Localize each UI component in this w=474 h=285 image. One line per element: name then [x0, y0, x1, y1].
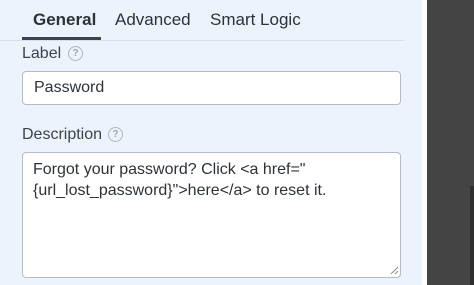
- description-field-title: Description: [22, 126, 103, 143]
- preview-sidebar: [427, 0, 474, 285]
- tab-smart-logic[interactable]: Smart Logic: [210, 0, 301, 40]
- label-field-title: Label: [22, 45, 62, 62]
- question-circle-icon[interactable]: ?: [68, 46, 83, 61]
- tab-general[interactable]: General: [33, 0, 96, 40]
- field-options-panel: General Advanced Smart Logic Label ? Des…: [0, 0, 422, 285]
- label-input[interactable]: [22, 71, 401, 105]
- description-textarea[interactable]: Forgot your password? Click <a href=" {u…: [22, 152, 401, 278]
- active-tab-indicator: [22, 37, 101, 40]
- preview-sidebar-edge: [470, 186, 474, 285]
- resize-handle-icon[interactable]: [390, 266, 399, 275]
- question-circle-icon[interactable]: ?: [108, 127, 123, 142]
- field-options-tabs: General Advanced Smart Logic: [0, 0, 404, 41]
- tab-advanced[interactable]: Advanced: [115, 0, 191, 40]
